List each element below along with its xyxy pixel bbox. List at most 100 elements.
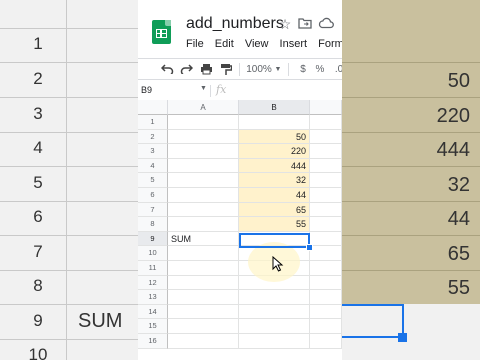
currency-format-button[interactable]: $ bbox=[298, 63, 308, 77]
menu-file[interactable]: File bbox=[186, 38, 204, 50]
sheets-logo-icon[interactable] bbox=[152, 20, 171, 44]
background-gridline bbox=[342, 166, 480, 167]
table-row: 8 55 bbox=[138, 217, 342, 232]
row-header[interactable]: 16 bbox=[138, 334, 168, 349]
cell-a14[interactable] bbox=[168, 304, 239, 320]
cell-a9[interactable]: SUM bbox=[168, 231, 239, 247]
decrease-decimal-button[interactable]: .0 bbox=[333, 63, 342, 77]
cell-a8[interactable] bbox=[168, 217, 239, 232]
cell-c4[interactable] bbox=[310, 158, 342, 174]
cell-a15[interactable] bbox=[168, 319, 239, 334]
fill-handle[interactable] bbox=[306, 244, 313, 251]
percent-format-button[interactable]: % bbox=[315, 63, 325, 77]
cell-c16[interactable] bbox=[310, 334, 342, 349]
column-header-b[interactable]: B bbox=[239, 100, 310, 115]
cell-b13[interactable] bbox=[239, 290, 310, 305]
zoom-select[interactable]: 100% bbox=[246, 63, 272, 77]
table-row: 1 bbox=[138, 115, 342, 130]
print-icon[interactable] bbox=[199, 63, 213, 77]
menu-insert[interactable]: Insert bbox=[280, 38, 308, 50]
row-header[interactable]: 8 bbox=[138, 217, 168, 232]
cell-a2[interactable] bbox=[168, 129, 239, 145]
row-header[interactable]: 10 bbox=[138, 246, 168, 261]
cell-b7[interactable]: 65 bbox=[239, 202, 310, 218]
menu-edit[interactable]: Edit bbox=[215, 38, 234, 50]
zoom-chevron-down-icon[interactable]: ▼ bbox=[274, 63, 282, 77]
cell-a11[interactable] bbox=[168, 261, 239, 276]
cell-a12[interactable] bbox=[168, 275, 239, 291]
cell-a4[interactable] bbox=[168, 158, 239, 174]
row-header[interactable]: 13 bbox=[138, 290, 168, 305]
cell-c12[interactable] bbox=[310, 275, 342, 291]
row-header[interactable]: 4 bbox=[138, 158, 168, 174]
redo-icon[interactable] bbox=[179, 63, 193, 77]
background-row-number: 5 bbox=[33, 173, 43, 192]
cell-b8[interactable]: 55 bbox=[239, 217, 310, 232]
cell-a10[interactable] bbox=[168, 246, 239, 261]
cell-c11[interactable] bbox=[310, 261, 342, 276]
mouse-pointer-icon bbox=[272, 256, 284, 272]
cell-c13[interactable] bbox=[310, 290, 342, 305]
cell-b3[interactable]: 220 bbox=[239, 144, 310, 159]
cell-a6[interactable] bbox=[168, 188, 239, 203]
table-row: 14 bbox=[138, 304, 342, 320]
document-title[interactable]: add_numbers bbox=[186, 15, 284, 33]
cell-c6[interactable] bbox=[310, 188, 342, 203]
cell-b1[interactable] bbox=[239, 115, 310, 130]
cell-b5[interactable]: 32 bbox=[239, 173, 310, 188]
background-zoom-left: 1 2 3 4 5 6 7 8 9 10 SUM bbox=[0, 0, 138, 360]
cell-c15[interactable] bbox=[310, 319, 342, 334]
active-cell-selection[interactable] bbox=[239, 233, 310, 248]
cell-c7[interactable] bbox=[310, 202, 342, 218]
name-box-chevron-down-icon[interactable]: ▼ bbox=[200, 85, 207, 92]
star-icon[interactable]: ☆ bbox=[277, 16, 293, 32]
cell-b6[interactable]: 44 bbox=[239, 188, 310, 203]
row-header[interactable]: 1 bbox=[138, 115, 168, 130]
column-header-c[interactable] bbox=[310, 100, 342, 115]
cell-c10[interactable] bbox=[310, 246, 342, 261]
table-row: 7 65 bbox=[138, 202, 342, 218]
cell-c1[interactable] bbox=[310, 115, 342, 130]
undo-icon[interactable] bbox=[160, 63, 174, 77]
row-header[interactable]: 6 bbox=[138, 188, 168, 203]
row-header[interactable]: 12 bbox=[138, 275, 168, 291]
cell-c9[interactable] bbox=[310, 231, 342, 247]
select-all-corner[interactable] bbox=[138, 100, 168, 115]
cell-c2[interactable] bbox=[310, 129, 342, 145]
row-header[interactable]: 11 bbox=[138, 261, 168, 276]
cell-c8[interactable] bbox=[310, 217, 342, 232]
cell-c5[interactable] bbox=[310, 173, 342, 188]
table-row: 4 444 bbox=[138, 158, 342, 174]
column-header-a[interactable]: A bbox=[168, 100, 239, 115]
row-header[interactable]: 9 bbox=[138, 231, 168, 247]
row-header[interactable]: 5 bbox=[138, 173, 168, 188]
row-header[interactable]: 2 bbox=[138, 129, 168, 145]
background-zoom-right: 50 220 444 32 44 65 55 bbox=[342, 0, 480, 360]
cloud-status-icon[interactable] bbox=[318, 16, 334, 32]
cell-a1[interactable] bbox=[168, 115, 239, 130]
cell-a16[interactable] bbox=[168, 334, 239, 349]
menu-view[interactable]: View bbox=[245, 38, 269, 50]
name-box[interactable]: B9 bbox=[141, 85, 152, 95]
cell-a7[interactable] bbox=[168, 202, 239, 218]
row-header[interactable]: 15 bbox=[138, 319, 168, 334]
row-header[interactable]: 14 bbox=[138, 304, 168, 320]
cell-b4[interactable]: 444 bbox=[239, 158, 310, 174]
cell-a5[interactable] bbox=[168, 173, 239, 188]
app-header: add_numbers ☆ File Edit View Insert Form… bbox=[138, 0, 342, 56]
cell-b15[interactable] bbox=[239, 319, 310, 334]
cell-c3[interactable] bbox=[310, 144, 342, 159]
menu-format[interactable]: Format bbox=[318, 38, 342, 50]
cell-c14[interactable] bbox=[310, 304, 342, 320]
cell-a13[interactable] bbox=[168, 290, 239, 305]
row-header[interactable]: 7 bbox=[138, 202, 168, 218]
folder-move-icon[interactable] bbox=[297, 16, 313, 32]
fx-icon: fx bbox=[216, 83, 227, 96]
background-value: 55 bbox=[447, 277, 470, 299]
paint-format-icon[interactable] bbox=[219, 63, 233, 77]
cell-b16[interactable] bbox=[239, 334, 310, 349]
cell-a3[interactable] bbox=[168, 144, 239, 159]
row-header[interactable]: 3 bbox=[138, 144, 168, 159]
cell-b14[interactable] bbox=[239, 304, 310, 320]
cell-b2[interactable]: 50 bbox=[239, 129, 310, 145]
